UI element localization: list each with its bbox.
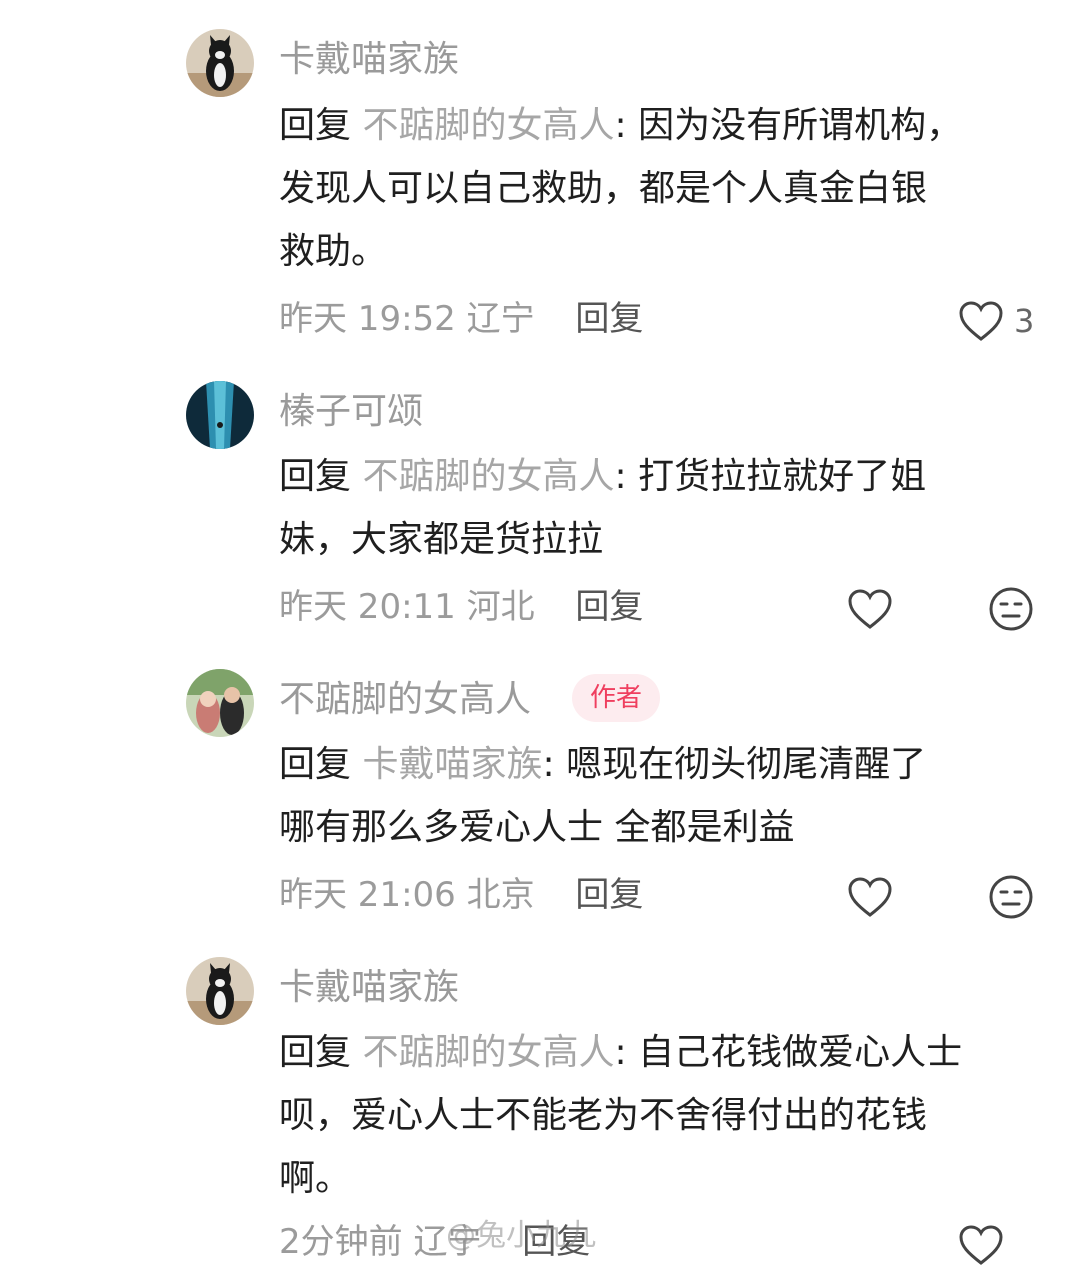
avatar-cat[interactable]	[186, 29, 254, 97]
reply-button[interactable]: 回复	[575, 299, 643, 339]
reply-target[interactable]: 不踮脚的女高人	[362, 105, 614, 146]
reply-prefix: 回复	[279, 744, 352, 785]
like-button[interactable]	[847, 876, 893, 918]
comment-line: 哪有那么多爱心人士 全都是利益	[279, 807, 795, 848]
emoji-reaction-button[interactable]	[988, 586, 1034, 632]
reply-prefix: 回复	[279, 105, 352, 146]
emoji-reaction-button[interactable]	[988, 874, 1034, 920]
reply-target[interactable]: 不踮脚的女高人	[362, 1032, 614, 1073]
comment-author[interactable]: 不踮脚的女高人	[279, 680, 531, 720]
comment-line: 啊。	[279, 1158, 352, 1199]
comment-location: 辽宁	[466, 299, 535, 339]
comment-time: 昨天 20:11	[279, 587, 456, 627]
reply-button[interactable]: 回复	[575, 875, 643, 915]
weibo-watermark: @兔小九九	[446, 1218, 596, 1253]
comment-line: 妹，大家都是货拉拉	[279, 519, 604, 560]
comment-line: 自己花钱做爱心人士	[638, 1032, 963, 1073]
reply-prefix: 回复	[279, 1032, 352, 1073]
neutral-face-icon	[989, 587, 1033, 631]
comment-text: 回复 不踮脚的女高人: 打货拉拉就好了姐 妹，大家都是货拉拉	[279, 456, 927, 560]
comment-meta: 昨天 19:52 辽宁 回复	[279, 299, 643, 339]
comment-line: 发现人可以自己救助，都是个人真金白银	[279, 168, 928, 209]
comment-text: 回复 不踮脚的女高人: 因为没有所谓机构， 发现人可以自己救助，都是个人真金白银…	[279, 105, 963, 272]
avatar-couple[interactable]	[186, 669, 254, 737]
avatar-cat[interactable]	[186, 957, 254, 1025]
comment-text: 回复 卡戴喵家族: 嗯现在彻头彻尾清醒了 哪有那么多爱心人士 全都是利益	[279, 744, 927, 848]
comment-time: 2分钟前	[279, 1222, 403, 1262]
reply-target[interactable]: 卡戴喵家族	[362, 744, 542, 785]
heart-outline-icon	[959, 301, 1003, 341]
reply-target[interactable]: 不踮脚的女高人	[362, 456, 614, 497]
comment-text: 回复 不踮脚的女高人: 自己花钱做爱心人士 呗，爱心人士不能老为不舍得付出的花钱…	[279, 1032, 963, 1199]
comment-author[interactable]: 卡戴喵家族	[279, 40, 459, 80]
heart-outline-icon	[848, 877, 892, 917]
comment-author[interactable]: 榛子可颂	[279, 392, 423, 432]
like-button[interactable]	[958, 1224, 1004, 1266]
comment-time: 昨天 19:52	[279, 299, 456, 339]
heart-outline-icon	[848, 589, 892, 629]
like-button[interactable]: 3	[958, 300, 1034, 342]
reply-prefix: 回复	[279, 456, 352, 497]
comment-meta: 昨天 21:06 北京 回复	[279, 875, 643, 915]
heart-outline-icon	[959, 1225, 1003, 1265]
comment-line: 嗯现在彻头彻尾清醒了	[566, 744, 927, 785]
like-button[interactable]	[847, 588, 893, 630]
like-count: 3	[1014, 302, 1035, 340]
comment-author[interactable]: 卡戴喵家族	[279, 968, 459, 1008]
comment-line: 救助。	[279, 231, 388, 272]
neutral-face-icon	[989, 875, 1033, 919]
comment-location: 北京	[466, 875, 535, 915]
comment-line: 因为没有所谓机构，	[638, 105, 963, 146]
avatar-ocean[interactable]	[186, 381, 254, 449]
author-badge: 作者	[572, 674, 661, 722]
comment-line: 打货拉拉就好了姐	[638, 456, 927, 497]
comment-line: 呗，爱心人士不能老为不舍得付出的花钱	[279, 1095, 928, 1136]
comment-time: 昨天 21:06	[279, 875, 456, 915]
comment-location: 河北	[466, 587, 535, 627]
comment-meta: 昨天 20:11 河北 回复	[279, 587, 643, 627]
reply-button[interactable]: 回复	[575, 587, 643, 627]
